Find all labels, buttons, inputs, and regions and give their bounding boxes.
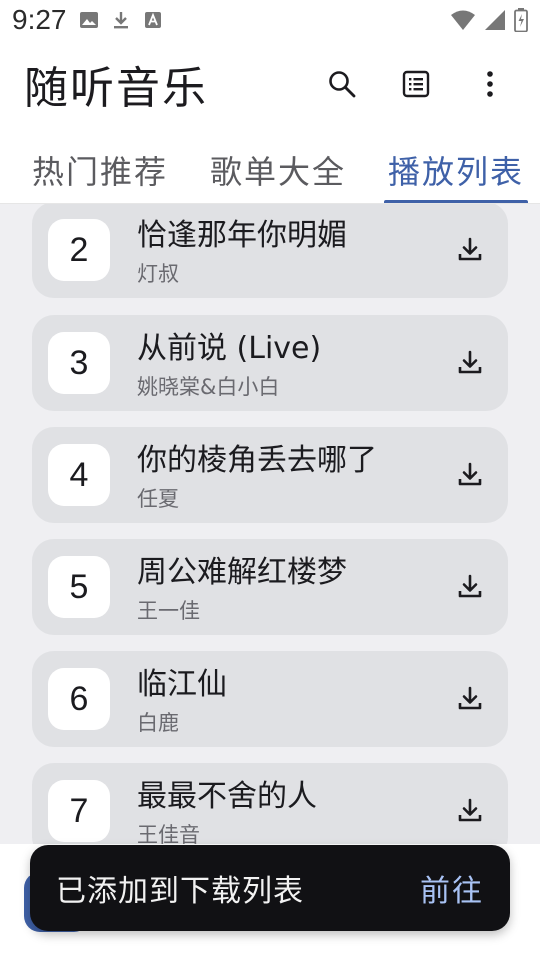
status-time: 9:27 — [12, 4, 67, 35]
snackbar-action-button[interactable]: 前往 — [420, 866, 484, 910]
tab-label: 歌单大全 — [209, 152, 346, 191]
download-icon — [458, 462, 482, 486]
download-button[interactable] — [454, 234, 486, 266]
list-icon — [402, 70, 430, 98]
play-queue-list[interactable]: 2 恰逢那年你明媚 灯叔 3 从前说 (Live) 姚晓棠&白小白 4 你的棱角… — [0, 204, 540, 844]
app-bar-actions — [322, 64, 510, 104]
tab-hot-recommend[interactable]: 热门推荐 — [10, 136, 190, 203]
status-bar: 9:27 — [0, 0, 540, 40]
download-button[interactable] — [454, 571, 486, 603]
song-number: 7 — [48, 780, 110, 842]
tab-play-queue[interactable]: 播放列表 — [384, 136, 528, 203]
download-icon — [458, 798, 482, 822]
tab-label: 播放列表 — [387, 152, 524, 191]
search-icon — [329, 71, 356, 98]
song-number: 2 — [48, 219, 110, 281]
song-artist: 白鹿 — [137, 711, 179, 735]
tab-playlists[interactable]: 歌单大全 — [190, 136, 366, 203]
download-button[interactable] — [454, 347, 486, 379]
song-number: 5 — [48, 556, 110, 618]
download-button[interactable] — [454, 683, 486, 715]
song-card[interactable]: 7 最最不舍的人 王佳音 — [32, 763, 508, 844]
signal-icon — [484, 9, 506, 31]
song-number: 6 — [48, 668, 110, 730]
more-vert-icon — [487, 71, 493, 97]
song-artist: 灯叔 — [137, 262, 179, 286]
song-number: 3 — [48, 332, 110, 394]
download-button[interactable] — [454, 795, 486, 827]
song-title: 最最不舍的人 — [137, 779, 317, 814]
song-number: 4 — [48, 444, 110, 506]
song-card[interactable]: 3 从前说 (Live) 姚晓棠&白小白 — [32, 315, 508, 411]
playlist-button[interactable] — [396, 64, 436, 104]
app-title: 随听音乐 — [24, 63, 208, 114]
song-title: 你的棱角丢去哪了 — [137, 443, 377, 478]
download-icon — [458, 574, 482, 598]
song-artist: 姚晓棠&白小白 — [137, 375, 280, 399]
tab-bar: 热门推荐 歌单大全 播放列表 — [0, 136, 540, 204]
battery-icon — [514, 8, 528, 32]
song-title: 临江仙 — [137, 667, 227, 702]
download-icon — [458, 350, 482, 374]
wifi-icon — [450, 9, 476, 31]
song-artist: 任夏 — [137, 487, 179, 511]
snackbar: 已添加到下载列表 前往 — [30, 845, 510, 931]
more-options-button[interactable] — [470, 64, 510, 104]
song-title: 从前说 (Live) — [137, 331, 322, 366]
download-button[interactable] — [454, 459, 486, 491]
text-a-icon — [143, 10, 163, 30]
app-bar: 随听音乐 — [0, 46, 540, 122]
tab-label: 热门推荐 — [31, 152, 168, 191]
status-right — [450, 8, 528, 32]
search-button[interactable] — [322, 64, 362, 104]
song-card[interactable]: 6 临江仙 白鹿 — [32, 651, 508, 747]
download-icon — [111, 10, 131, 30]
song-title: 周公难解红楼梦 — [137, 555, 347, 590]
song-artist: 王一佳 — [137, 599, 200, 623]
download-icon — [458, 237, 482, 261]
download-icon — [458, 686, 482, 710]
song-artist: 王佳音 — [137, 823, 200, 844]
image-icon — [79, 10, 99, 30]
song-card[interactable]: 2 恰逢那年你明媚 灯叔 — [32, 204, 508, 298]
tab-indicator — [384, 200, 528, 203]
status-left: 9:27 — [12, 4, 163, 36]
snackbar-message: 已添加到下载列表 — [56, 874, 304, 909]
song-card[interactable]: 5 周公难解红楼梦 王一佳 — [32, 539, 508, 635]
song-card[interactable]: 4 你的棱角丢去哪了 任夏 — [32, 427, 508, 523]
song-title: 恰逢那年你明媚 — [137, 218, 347, 253]
